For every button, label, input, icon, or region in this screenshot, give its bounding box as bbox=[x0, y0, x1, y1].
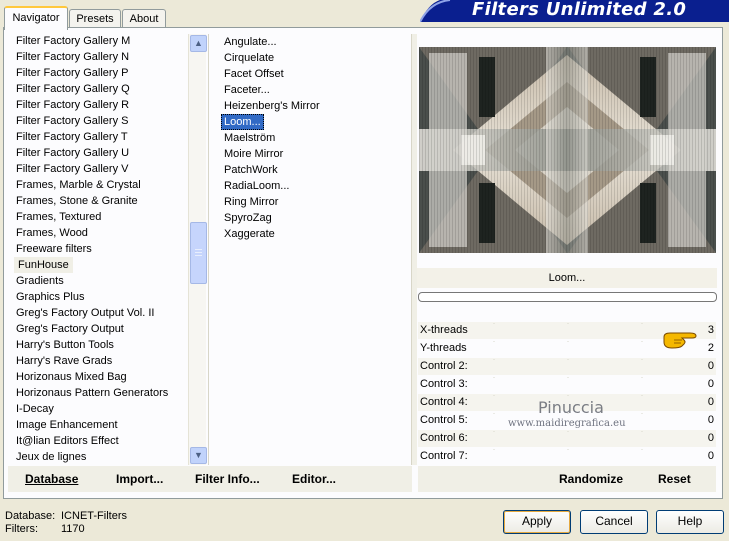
category-item[interactable]: Filter Factory Gallery T bbox=[16, 129, 128, 145]
category-item[interactable]: Freeware filters bbox=[16, 241, 92, 257]
list-divider bbox=[208, 34, 209, 465]
category-item[interactable]: FunHouse bbox=[14, 257, 73, 273]
tab-navigator[interactable]: Navigator bbox=[4, 6, 68, 30]
control-label: Control 4: bbox=[420, 396, 468, 408]
category-scrollbar[interactable]: ▲ ▼ bbox=[188, 34, 207, 465]
database-status-label: Database: bbox=[5, 510, 56, 522]
filters-count-value: 1170 bbox=[61, 523, 85, 535]
control-label: Control 7: bbox=[420, 450, 468, 462]
editor-button[interactable]: Editor... bbox=[292, 472, 336, 486]
category-item[interactable]: Harry's Rave Grads bbox=[16, 353, 112, 369]
watermark-url: www.maidiregrafica.eu bbox=[508, 418, 626, 429]
category-item[interactable]: Jeux de lignes bbox=[16, 449, 86, 465]
category-item[interactable]: It@lian Editors Effect bbox=[16, 433, 119, 449]
category-item[interactable]: Filter Factory Gallery R bbox=[16, 97, 129, 113]
filter-item[interactable]: Ring Mirror bbox=[221, 194, 281, 210]
category-item[interactable]: Filter Factory Gallery V bbox=[16, 161, 128, 177]
category-item[interactable]: Filter Factory Gallery U bbox=[16, 145, 129, 161]
category-item[interactable]: Greg's Factory Output bbox=[16, 321, 124, 337]
panel-divider bbox=[411, 34, 417, 465]
category-item[interactable]: Frames, Textured bbox=[16, 209, 101, 225]
control-value: 0 bbox=[707, 360, 714, 372]
filter-name-label: Loom... bbox=[417, 268, 717, 288]
filter-item[interactable]: Moire Mirror bbox=[221, 146, 286, 162]
control-label: X-threads bbox=[420, 324, 468, 336]
category-item[interactable]: Harry's Button Tools bbox=[16, 337, 114, 353]
control-label: Control 3: bbox=[420, 378, 468, 390]
watermark-name: Pinuccia bbox=[538, 398, 604, 417]
filter-item[interactable]: RadiaLoom... bbox=[221, 178, 292, 194]
category-item[interactable]: Greg's Factory Output Vol. II bbox=[16, 305, 154, 321]
filter-item[interactable]: Loom... bbox=[221, 114, 264, 130]
control-label: Control 2: bbox=[420, 360, 468, 372]
progress-bar bbox=[418, 292, 717, 302]
category-item[interactable]: Filter Factory Gallery S bbox=[16, 113, 128, 129]
control-label: Control 6: bbox=[420, 432, 468, 444]
category-item[interactable]: Frames, Stone & Granite bbox=[16, 193, 138, 209]
control-label: Control 5: bbox=[420, 414, 468, 426]
scrollbar-thumb[interactable] bbox=[190, 222, 207, 284]
category-list[interactable]: Filter Factory Gallery M Filter Factory G… bbox=[12, 33, 190, 465]
pointing-hand-icon bbox=[663, 332, 697, 349]
database-status-value: ICNET-Filters bbox=[61, 510, 127, 522]
filter-item[interactable]: Maelström bbox=[221, 130, 278, 146]
scroll-down-icon[interactable]: ▼ bbox=[190, 447, 207, 464]
category-item[interactable]: Filter Factory Gallery P bbox=[16, 65, 128, 81]
category-item[interactable]: Horizonaus Mixed Bag bbox=[16, 369, 127, 385]
database-button[interactable]: Database bbox=[25, 472, 78, 486]
tab-about[interactable]: About bbox=[122, 9, 166, 28]
filter-info-button[interactable]: Filter Info... bbox=[195, 472, 260, 486]
control-value: 0 bbox=[707, 450, 714, 462]
category-item[interactable]: I-Decay bbox=[16, 401, 54, 417]
import-button[interactable]: Import... bbox=[116, 472, 163, 486]
category-item[interactable]: Frames, Marble & Crystal bbox=[16, 177, 141, 193]
control-slider-row[interactable]: Control 3: 0 bbox=[418, 376, 716, 393]
filter-item[interactable]: Facet Offset bbox=[221, 66, 287, 82]
help-button[interactable]: Help bbox=[656, 510, 724, 534]
category-item[interactable]: Graphics Plus bbox=[16, 289, 84, 305]
apply-button[interactable]: Apply bbox=[503, 510, 571, 534]
control-value: 0 bbox=[707, 432, 714, 444]
control-slider-row[interactable]: Control 2: 0 bbox=[418, 358, 716, 375]
control-slider-row[interactable]: Control 6: 0 bbox=[418, 430, 716, 447]
filters-count-label: Filters: bbox=[5, 523, 38, 535]
filter-item[interactable]: Faceter... bbox=[221, 82, 273, 98]
filter-item[interactable]: Heizenberg's Mirror bbox=[221, 98, 323, 114]
filter-item[interactable]: PatchWork bbox=[221, 162, 281, 178]
cancel-button[interactable]: Cancel bbox=[580, 510, 648, 534]
filter-item[interactable]: Cirquelate bbox=[221, 50, 277, 66]
category-item[interactable]: Horizonaus Pattern Generators bbox=[16, 385, 168, 401]
category-item[interactable]: Filter Factory Gallery N bbox=[16, 49, 129, 65]
tab-presets[interactable]: Presets bbox=[69, 9, 121, 28]
control-slider-row[interactable]: Control 7: 0 bbox=[418, 448, 716, 465]
banner-title: Filters Unlimited 2.0 bbox=[472, 0, 687, 20]
randomize-button[interactable]: Randomize bbox=[559, 472, 623, 486]
category-item[interactable]: Filter Factory Gallery M bbox=[16, 33, 130, 49]
filter-item[interactable]: SpyroZag bbox=[221, 210, 275, 226]
control-value: 0 bbox=[707, 414, 714, 426]
control-value: 2 bbox=[707, 342, 714, 354]
category-item[interactable]: Gradients bbox=[16, 273, 64, 289]
filter-item[interactable]: Angulate... bbox=[221, 34, 280, 50]
category-item[interactable]: Filter Factory Gallery Q bbox=[16, 81, 130, 97]
filter-item[interactable]: Xaggerate bbox=[221, 226, 278, 242]
category-item[interactable]: Image Enhancement bbox=[16, 417, 118, 433]
control-value: 0 bbox=[707, 378, 714, 390]
control-value: 3 bbox=[707, 324, 714, 336]
preview-image bbox=[419, 47, 716, 253]
control-value: 0 bbox=[707, 396, 714, 408]
category-item[interactable]: Frames, Wood bbox=[16, 225, 88, 241]
scroll-up-icon[interactable]: ▲ bbox=[190, 35, 207, 52]
reset-button[interactable]: Reset bbox=[658, 472, 691, 486]
control-label: Y-threads bbox=[420, 342, 467, 354]
